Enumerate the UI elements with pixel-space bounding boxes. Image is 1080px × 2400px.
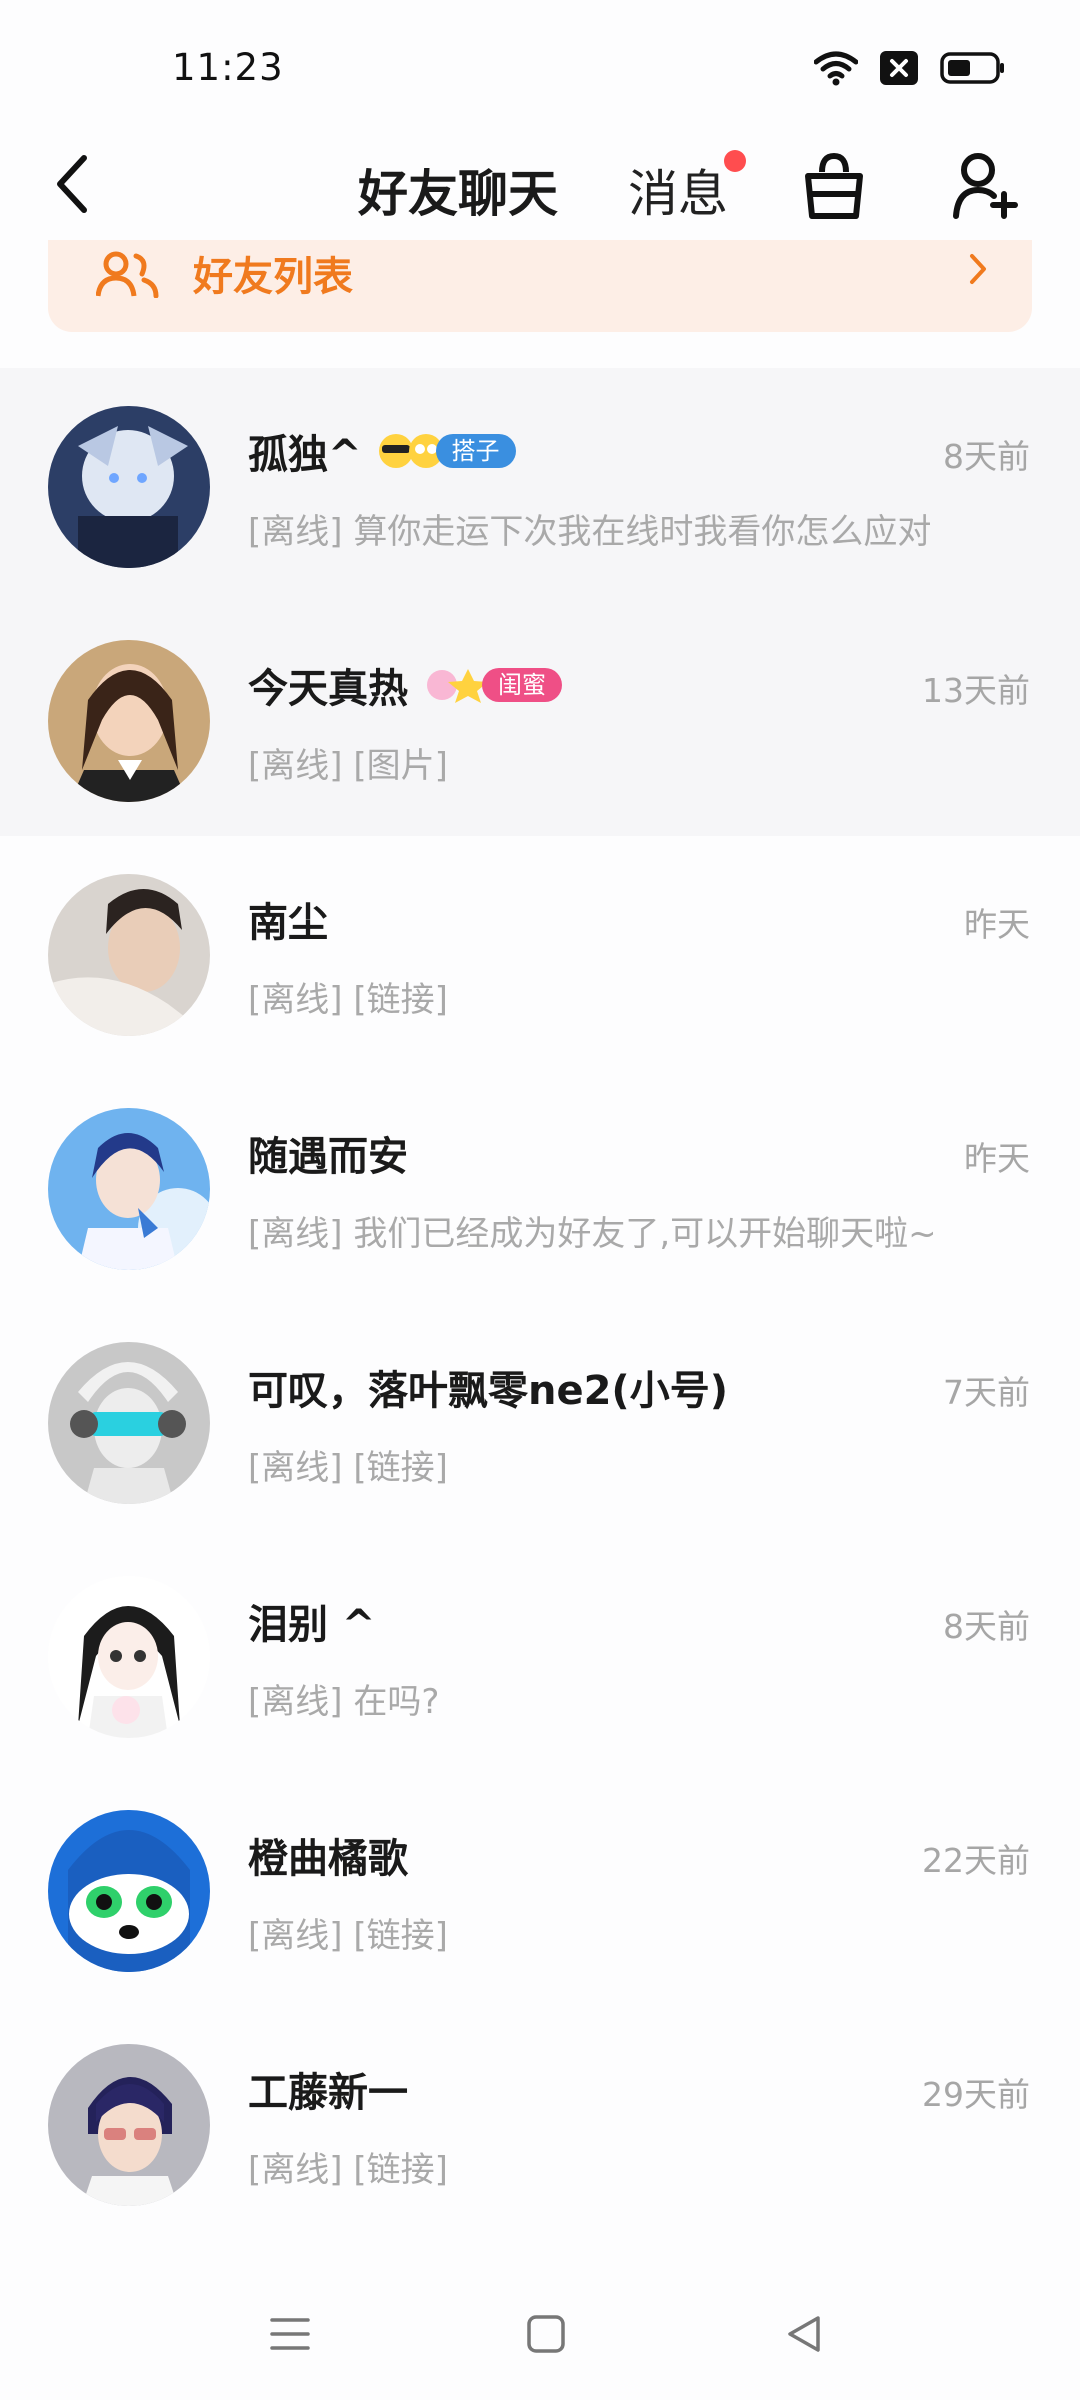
avatar bbox=[48, 1810, 210, 1972]
avatar bbox=[48, 1576, 210, 1738]
last-message-preview: [离线] 在吗? bbox=[248, 1682, 440, 1722]
avatar bbox=[48, 1342, 210, 1504]
contact-name: 今天真热 bbox=[248, 666, 408, 712]
friends-icon bbox=[96, 251, 159, 298]
last-message-time: 7天前 bbox=[943, 1373, 1030, 1412]
tab-messages[interactable]: 消息 bbox=[628, 154, 728, 226]
unread-dot bbox=[724, 150, 746, 172]
chat-row[interactable]: 孤独^ 搭子 8天前 [离线] 算你走运下次我在线时我看你怎么应对 bbox=[0, 368, 1080, 602]
status-bar: 11:23 bbox=[0, 0, 1080, 130]
last-message-preview: [离线] [链接] bbox=[248, 1448, 448, 1488]
chat-row[interactable]: 泪别 ^ 8天前 [离线] 在吗? bbox=[0, 1538, 1080, 1772]
avatar bbox=[48, 1108, 210, 1270]
avatar bbox=[48, 874, 210, 1036]
tab-friend-chat[interactable]: 好友聊天 bbox=[358, 154, 558, 226]
last-message-time: 昨天 bbox=[964, 905, 1030, 944]
last-message-preview: [离线] [链接] bbox=[248, 1916, 448, 1956]
last-message-time: 29天前 bbox=[922, 2075, 1030, 2114]
last-message-preview: [离线] [图片] bbox=[248, 746, 448, 786]
basket-icon[interactable] bbox=[800, 150, 868, 222]
friend-list-label: 好友列表 bbox=[193, 254, 353, 300]
menu-icon[interactable] bbox=[270, 2314, 310, 2354]
contact-name: 泪别 ^ bbox=[248, 1602, 376, 1648]
system-nav-bar bbox=[0, 2262, 1080, 2400]
chat-row[interactable]: 南尘 昨天 [离线] [链接] bbox=[0, 836, 1080, 1070]
chat-list: 孤独^ 搭子 8天前 [离线] 算你走运下次我在线时我看你怎么应对 今天真热 闺… bbox=[0, 368, 1080, 2240]
status-icons bbox=[814, 50, 1006, 86]
tag-label: 搭子 bbox=[435, 434, 516, 468]
back-icon[interactable] bbox=[50, 152, 94, 216]
chat-row[interactable]: 随遇而安 昨天 [离线] 我们已经成为好友了,可以开始聊天啦~ bbox=[0, 1070, 1080, 1304]
last-message-time: 昨天 bbox=[964, 1139, 1030, 1178]
battery-icon bbox=[940, 52, 1004, 84]
add-friend-icon[interactable] bbox=[952, 150, 1018, 222]
contact-name: 南尘 bbox=[248, 900, 328, 946]
last-message-preview: [离线] [链接] bbox=[248, 2150, 448, 2190]
last-message-time: 13天前 bbox=[922, 671, 1030, 710]
last-message-time: 8天前 bbox=[943, 1607, 1030, 1646]
back-nav-icon[interactable] bbox=[784, 2314, 824, 2354]
tag-label: 闺蜜 bbox=[482, 668, 562, 702]
relationship-tag: 搭子 bbox=[378, 433, 516, 469]
contact-name: 工藤新一 bbox=[248, 2070, 408, 2116]
last-message-preview: [离线] [链接] bbox=[248, 980, 448, 1020]
sim-blocked-icon bbox=[880, 51, 918, 85]
avatar bbox=[48, 406, 210, 568]
last-message-preview: [离线] 我们已经成为好友了,可以开始聊天啦~ bbox=[248, 1214, 937, 1254]
status-time: 11:23 bbox=[172, 46, 284, 89]
chat-row[interactable]: 可叹，落叶飘零ne2(小号) 7天前 [离线] [链接] bbox=[0, 1304, 1080, 1538]
chat-row[interactable]: 今天真热 闺蜜 13天前 [离线] [图片] bbox=[0, 602, 1080, 836]
home-icon[interactable] bbox=[526, 2314, 566, 2354]
friend-list-entry[interactable]: 好友列表 bbox=[48, 240, 1032, 332]
chevron-right-icon bbox=[970, 254, 986, 284]
chat-row[interactable]: 工藤新一 29天前 [离线] [链接] bbox=[0, 2006, 1080, 2240]
contact-name: 随遇而安 bbox=[248, 1134, 408, 1180]
relationship-tag: 闺蜜 bbox=[424, 667, 562, 703]
top-nav: 好友聊天 消息 bbox=[0, 130, 1080, 252]
chat-row[interactable]: 橙曲橘歌 22天前 [离线] [链接] bbox=[0, 1772, 1080, 2006]
last-message-preview: [离线] 算你走运下次我在线时我看你怎么应对 bbox=[248, 512, 932, 552]
wifi-icon bbox=[814, 51, 858, 86]
contact-name: 可叹，落叶飘零ne2(小号) bbox=[248, 1368, 728, 1414]
last-message-time: 22天前 bbox=[922, 1841, 1030, 1880]
contact-name: 橙曲橘歌 bbox=[248, 1836, 408, 1882]
last-message-time: 8天前 bbox=[943, 437, 1030, 476]
avatar bbox=[48, 2044, 210, 2206]
contact-name: 孤独^ bbox=[248, 432, 362, 478]
avatar bbox=[48, 640, 210, 802]
